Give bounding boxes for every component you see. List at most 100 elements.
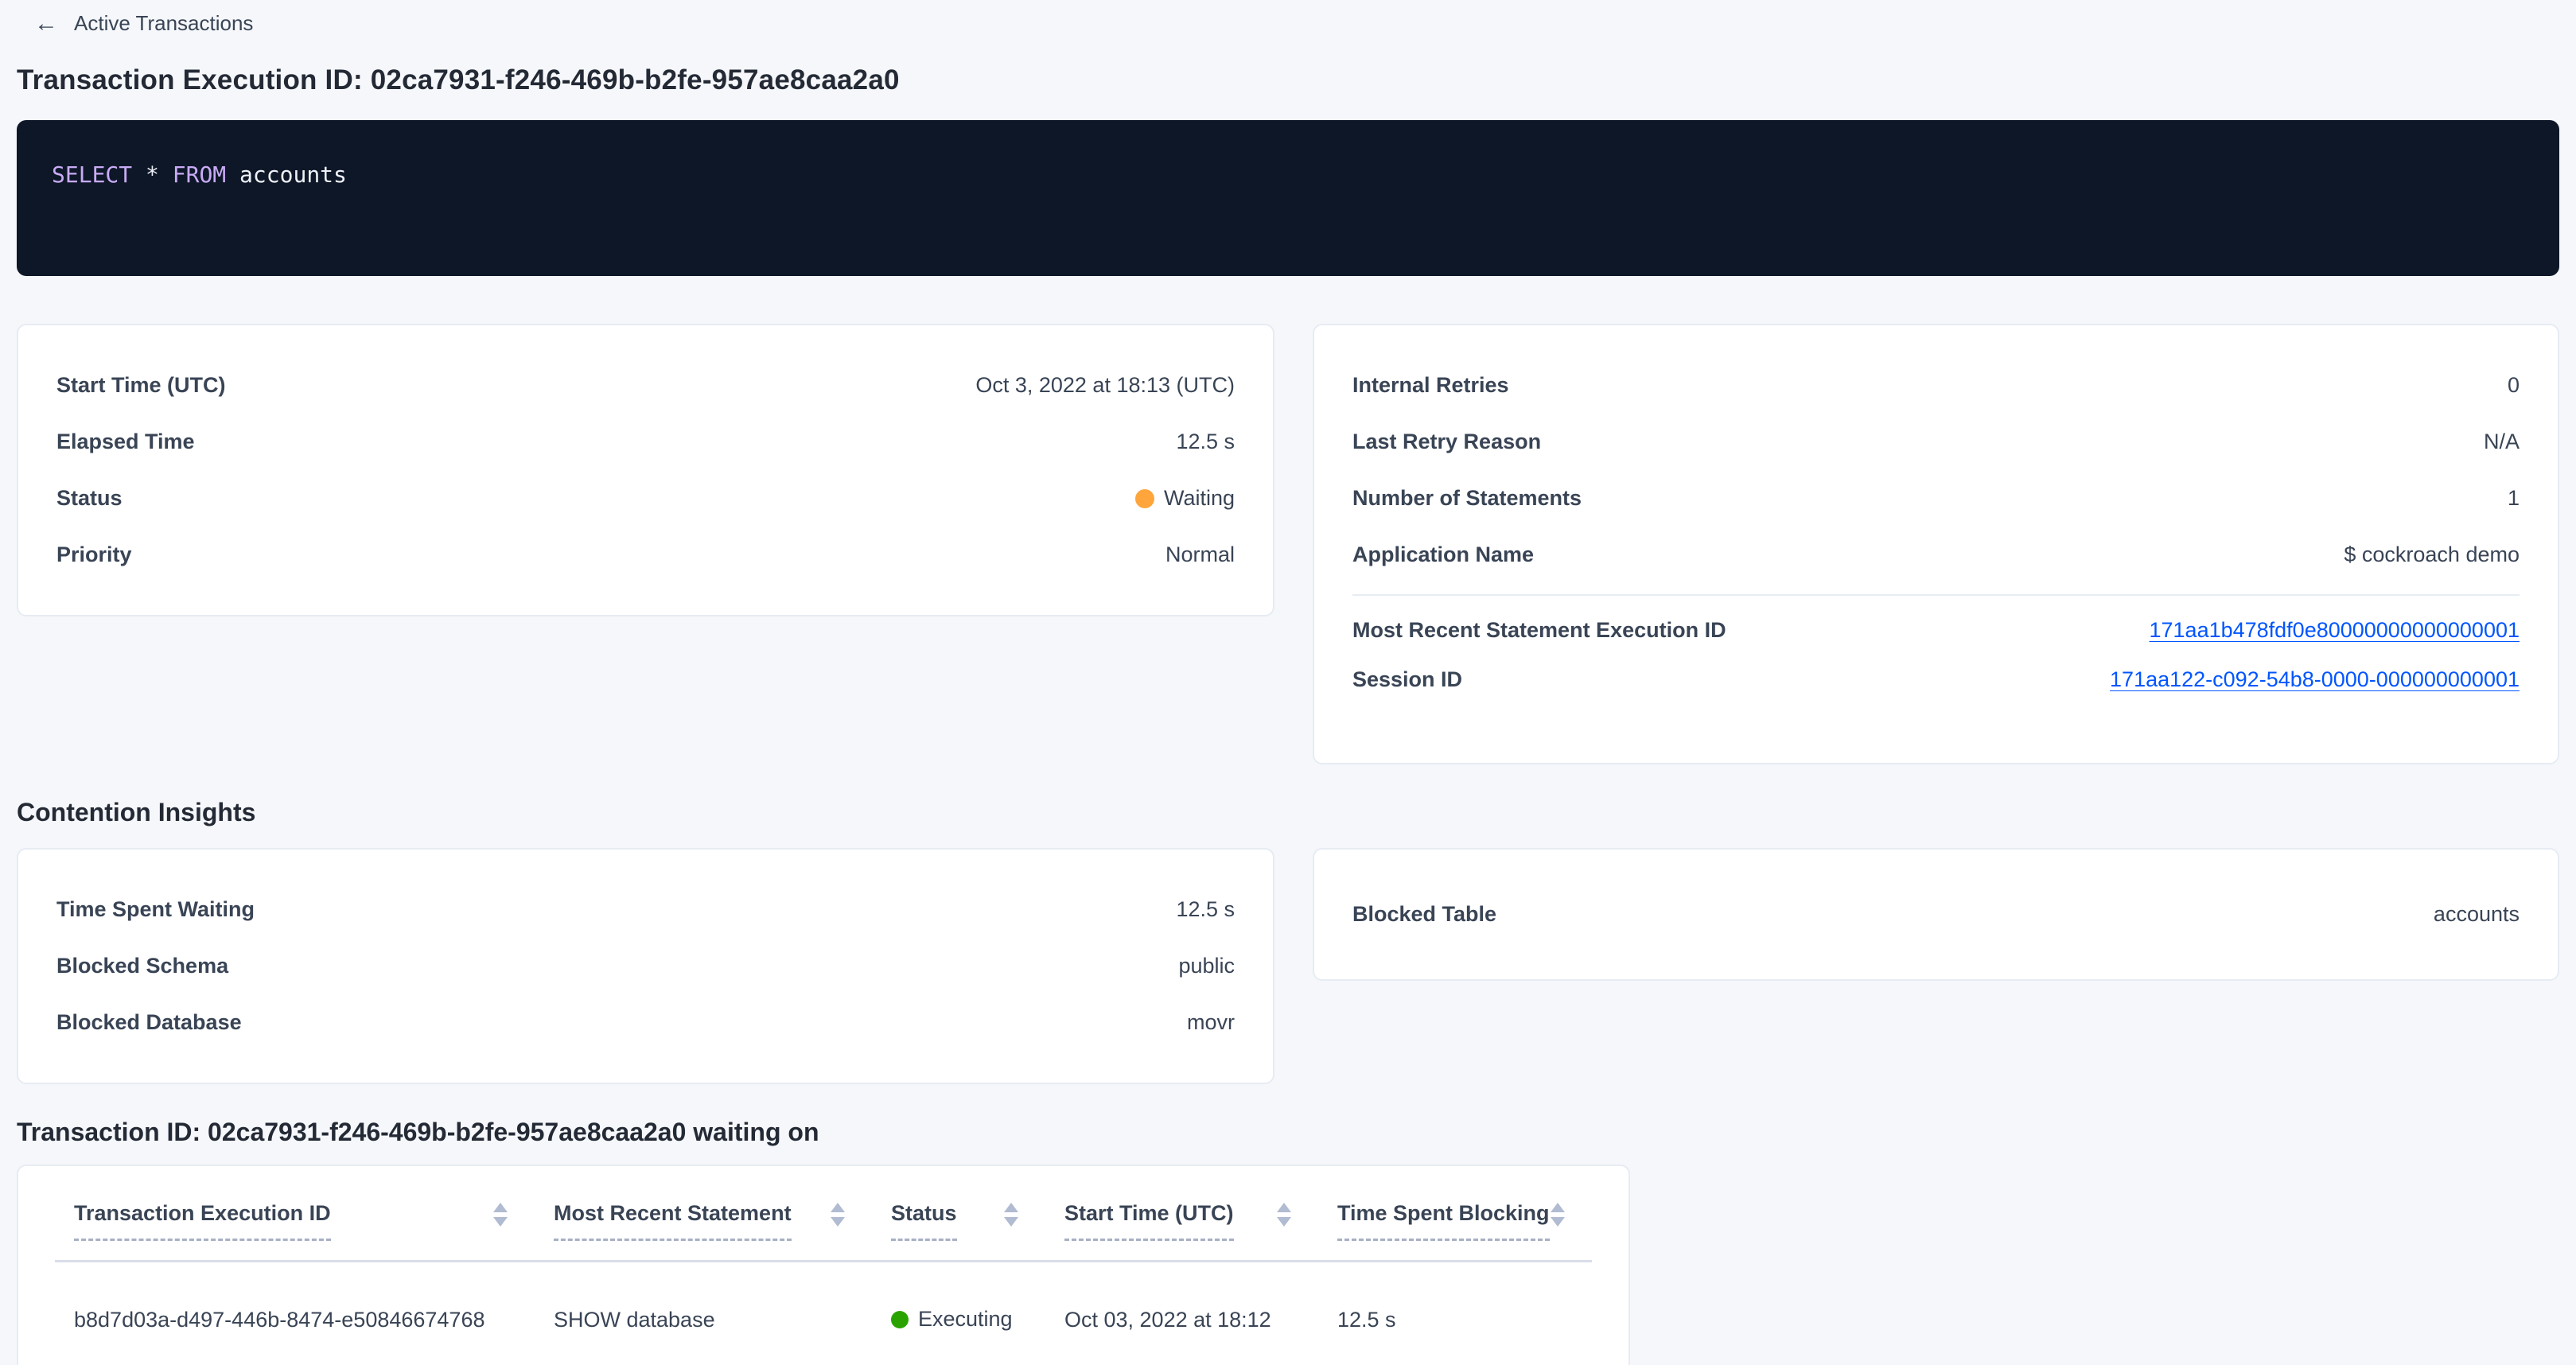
waiting-on-table-card: Transaction Execution ID Most Recent Sta… (17, 1165, 1630, 1365)
detail-label: Priority (56, 542, 132, 567)
detail-row: Session ID 171aa122-c092-54b8-0000-00000… (1352, 655, 2520, 704)
sql-statement-box: SELECT * FROM accounts (17, 120, 2559, 276)
detail-row: Blocked Schema public (56, 938, 1235, 994)
sort-icon (1004, 1203, 1018, 1227)
status-dot-executing (891, 1311, 909, 1328)
column-label: Status (891, 1201, 957, 1241)
caret-down-icon (1551, 1217, 1565, 1227)
column-header-status[interactable]: Status (872, 1166, 1045, 1262)
details-cards-row: Start Time (UTC) Oct 3, 2022 at 18:13 (U… (17, 324, 2559, 764)
waiting-on-table: Transaction Execution ID Most Recent Sta… (55, 1166, 1592, 1365)
cell-transaction-execution-id: b8d7d03a-d497-446b-8474-e50846674768 (55, 1262, 535, 1365)
detail-row: Number of Statements 1 (1352, 470, 2520, 527)
column-header-time-spent-blocking[interactable]: Time Spent Blocking (1318, 1166, 1592, 1262)
detail-value: accounts (2434, 902, 2520, 927)
status-value: Waiting (1135, 486, 1235, 511)
sql-text: * (132, 161, 173, 188)
detail-value: 12.5 s (1176, 897, 1235, 922)
detail-label: Blocked Table (1352, 902, 1496, 927)
caret-down-icon (493, 1217, 508, 1227)
cell-status: Executing (872, 1262, 1045, 1365)
status-dot-waiting (1135, 489, 1154, 508)
cell-start-time: Oct 03, 2022 at 18:12 (1045, 1262, 1318, 1365)
table-header-row: Transaction Execution ID Most Recent Sta… (55, 1166, 1592, 1262)
detail-value: Oct 3, 2022 at 18:13 (UTC) (975, 373, 1235, 398)
transaction-details-card: Start Time (UTC) Oct 3, 2022 at 18:13 (U… (17, 324, 1274, 616)
caret-down-icon (1277, 1217, 1291, 1227)
detail-value: 1 (2508, 486, 2520, 511)
sql-text: accounts (226, 161, 347, 188)
cell-most-recent-statement: SHOW database (535, 1262, 872, 1365)
column-label: Most Recent Statement (554, 1201, 792, 1241)
page: ← Active Transactions Transaction Execut… (0, 0, 2576, 1365)
back-link[interactable]: ← Active Transactions (34, 11, 253, 36)
detail-value: public (1178, 954, 1235, 978)
column-header-transaction-execution-id[interactable]: Transaction Execution ID (55, 1166, 535, 1262)
column-label: Transaction Execution ID (74, 1201, 331, 1241)
detail-row: Blocked Table accounts (1352, 886, 2520, 943)
back-link-label: Active Transactions (74, 11, 253, 36)
statement-execution-id-link[interactable]: 171aa1b478fdf0e80000000000000001 (2150, 618, 2520, 643)
caret-up-icon (1551, 1203, 1565, 1212)
status-label: Executing (918, 1307, 1013, 1332)
column-header-start-time[interactable]: Start Time (UTC) (1045, 1166, 1318, 1262)
transaction-meta-card: Internal Retries 0 Last Retry Reason N/A… (1313, 324, 2559, 764)
arrow-left-icon: ← (34, 12, 58, 36)
column-header-most-recent-statement[interactable]: Most Recent Statement (535, 1166, 872, 1262)
detail-value: 12.5 s (1176, 430, 1235, 454)
detail-label: Most Recent Statement Execution ID (1352, 618, 1726, 643)
session-id-link[interactable]: 171aa122-c092-54b8-0000-000000000001 (2110, 667, 2520, 692)
caret-up-icon (1277, 1203, 1291, 1212)
detail-value: 0 (2508, 373, 2520, 398)
detail-row: Status Waiting (56, 470, 1235, 527)
detail-label: Status (56, 486, 123, 511)
detail-value: $ cockroach demo (2344, 542, 2520, 567)
caret-up-icon (493, 1203, 508, 1212)
detail-label: Time Spent Waiting (56, 897, 255, 922)
detail-label: Internal Retries (1352, 373, 1509, 398)
waiting-on-heading: Transaction ID: 02ca7931-f246-469b-b2fe-… (17, 1118, 2559, 1147)
detail-row: Internal Retries 0 (1352, 357, 2520, 414)
detail-row: Priority Normal (56, 527, 1235, 583)
detail-label: Start Time (UTC) (56, 373, 226, 398)
caret-down-icon (1004, 1217, 1018, 1227)
caret-down-icon (831, 1217, 845, 1227)
caret-up-icon (1004, 1203, 1018, 1212)
detail-value: Normal (1165, 542, 1235, 567)
column-label: Time Spent Blocking (1337, 1201, 1550, 1241)
sql-statement: SELECT * FROM accounts (52, 161, 2524, 189)
sort-icon (1551, 1203, 1565, 1227)
contention-insights-heading: Contention Insights (17, 798, 2559, 827)
sort-icon (493, 1203, 508, 1227)
contention-cards-row: Time Spent Waiting 12.5 s Blocked Schema… (17, 848, 2559, 1084)
sql-keyword: SELECT (52, 161, 132, 188)
detail-label: Blocked Schema (56, 954, 228, 978)
detail-row: Last Retry Reason N/A (1352, 414, 2520, 470)
sort-icon (1277, 1203, 1291, 1227)
detail-row: Blocked Database movr (56, 994, 1235, 1051)
table-row: b8d7d03a-d497-446b-8474-e50846674768 SHO… (55, 1262, 1592, 1365)
detail-row: Most Recent Statement Execution ID 171aa… (1352, 605, 2520, 655)
detail-label: Last Retry Reason (1352, 430, 1541, 454)
detail-row: Elapsed Time 12.5 s (56, 414, 1235, 470)
card-divider (1352, 594, 2520, 596)
detail-value: movr (1187, 1010, 1235, 1035)
column-label: Start Time (UTC) (1064, 1201, 1234, 1241)
page-title: Transaction Execution ID: 02ca7931-f246-… (17, 64, 2559, 96)
detail-label: Elapsed Time (56, 430, 195, 454)
blocked-table-card: Blocked Table accounts (1313, 848, 2559, 981)
contention-details-card: Time Spent Waiting 12.5 s Blocked Schema… (17, 848, 1274, 1084)
detail-label: Session ID (1352, 667, 1462, 692)
sort-icon (831, 1203, 845, 1227)
detail-row: Start Time (UTC) Oct 3, 2022 at 18:13 (U… (56, 357, 1235, 414)
detail-value: N/A (2484, 430, 2520, 454)
status-label: Waiting (1164, 486, 1235, 511)
detail-label: Number of Statements (1352, 486, 1582, 511)
caret-up-icon (831, 1203, 845, 1212)
cell-time-spent-blocking: 12.5 s (1318, 1262, 1592, 1365)
sql-keyword: FROM (173, 161, 226, 188)
detail-label: Blocked Database (56, 1010, 242, 1035)
detail-row: Time Spent Waiting 12.5 s (56, 881, 1235, 938)
detail-label: Application Name (1352, 542, 1534, 567)
detail-row: Application Name $ cockroach demo (1352, 527, 2520, 583)
